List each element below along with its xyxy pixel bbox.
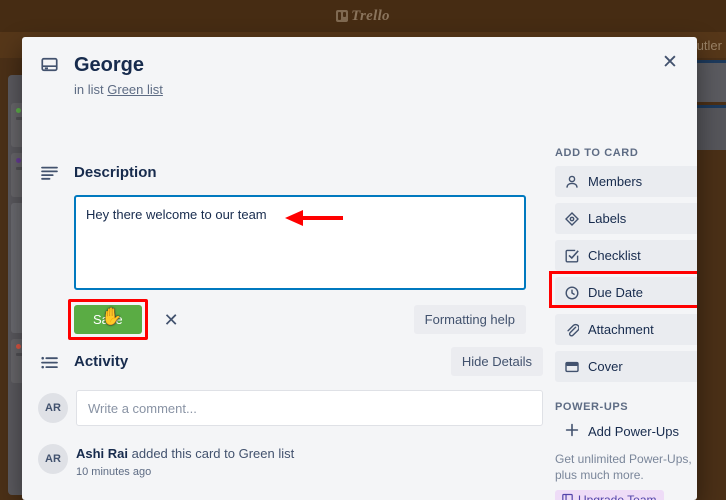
trello-logo: Trello [336, 8, 390, 25]
sidebar-item-due-date[interactable]: Due Date [555, 277, 697, 308]
sidebar-item-label: Members [588, 174, 643, 189]
power-ups-heading: POWER-UPS [555, 401, 629, 413]
activity-section: Activity Hide Details AR AR Ashi Rai add… [38, 347, 543, 478]
clock-icon [565, 285, 579, 300]
activity-entry-author[interactable]: Ashi Rai [76, 446, 128, 461]
description-lines-icon [38, 163, 60, 183]
trello-logo-text: Trello [351, 7, 390, 24]
card-window-icon [38, 53, 60, 98]
card-list-breadcrumb: in list Green list [74, 82, 163, 98]
card-header: George in list Green list [38, 53, 647, 98]
card-detail-modal: ✕ George in list Green list Description … [22, 37, 697, 500]
formatting-help-button[interactable]: Formatting help [413, 305, 526, 334]
hide-details-button[interactable]: Hide Details [450, 347, 543, 376]
description-heading: Description [74, 164, 157, 181]
avatar: AR [38, 444, 68, 474]
save-button[interactable]: Save [74, 305, 142, 334]
sidebar-item-label: Due Date [588, 285, 643, 300]
in-list-label: in list [74, 82, 104, 97]
cancel-description-icon[interactable]: ✕ [164, 311, 179, 329]
paperclip-icon [565, 323, 579, 337]
add-power-ups-label: Add Power-Ups [588, 424, 680, 439]
sidebar-item-checklist[interactable]: Checklist [555, 240, 697, 271]
checkbox-icon [565, 249, 579, 263]
activity-header: Activity Hide Details [38, 347, 543, 376]
sidebar-item-labels[interactable]: Labels [555, 203, 697, 234]
sidebar-item-due-date-wrapper: Due Date [549, 271, 697, 308]
comment-row: AR [38, 390, 543, 426]
label-dot-purple [16, 158, 21, 163]
card-sidebar: ADD TO CARD Members Labels Checklist Due… [549, 147, 697, 500]
avatar: AR [38, 393, 68, 423]
trello-board-logo-icon [336, 10, 349, 22]
add-power-ups-button[interactable]: Add Power-Ups [555, 420, 697, 443]
add-to-card-heading: ADD TO CARD [555, 147, 639, 159]
description-section: Description Save ✋ ✕ Formatting help [38, 163, 528, 340]
label-tag-icon [565, 211, 579, 226]
upgrade-team-badge[interactable]: Upgrade Team [555, 490, 664, 500]
sidebar-item-label: Cover [588, 359, 623, 374]
description-textarea[interactable] [74, 195, 526, 290]
save-button-wrapper: Save ✋ [68, 299, 148, 340]
activity-list-item: AR Ashi Rai added this card to Green lis… [38, 444, 543, 478]
label-dot-red [16, 344, 21, 349]
activity-entry-timestamp: 10 minutes ago [76, 466, 152, 478]
upgrade-team-label: Upgrade Team [578, 493, 657, 500]
activity-entry-text: Ashi Rai added this card to Green list [76, 444, 294, 463]
sidebar-item-members[interactable]: Members [555, 166, 697, 197]
close-icon[interactable]: ✕ [657, 49, 683, 75]
activity-heading: Activity [74, 352, 129, 370]
plus-icon [565, 423, 579, 440]
sidebar-item-label: Labels [588, 211, 627, 226]
activity-entry-action: added this card to Green list [128, 446, 295, 461]
sidebar-item-cover[interactable]: Cover [555, 351, 697, 382]
power-ups-note: Get unlimited Power-Ups, plus much more. [555, 452, 692, 482]
sidebar-item-attachment[interactable]: Attachment [555, 314, 697, 345]
comment-input[interactable] [76, 390, 543, 426]
page-title: George [74, 54, 145, 76]
list-name-link[interactable]: Green list [107, 82, 163, 97]
sidebar-item-label: Checklist [588, 248, 641, 263]
cover-icon [565, 360, 579, 374]
trello-top-bar: Trello [0, 0, 726, 32]
board-icon [562, 493, 573, 500]
background-right-card [696, 105, 726, 150]
person-icon [565, 175, 579, 189]
background-right-card [696, 60, 726, 102]
sidebar-item-label: Attachment [588, 322, 654, 337]
description-controls: Save ✋ ✕ Formatting help [68, 299, 526, 340]
activity-list-icon [38, 353, 60, 371]
label-dot-green [16, 108, 21, 113]
